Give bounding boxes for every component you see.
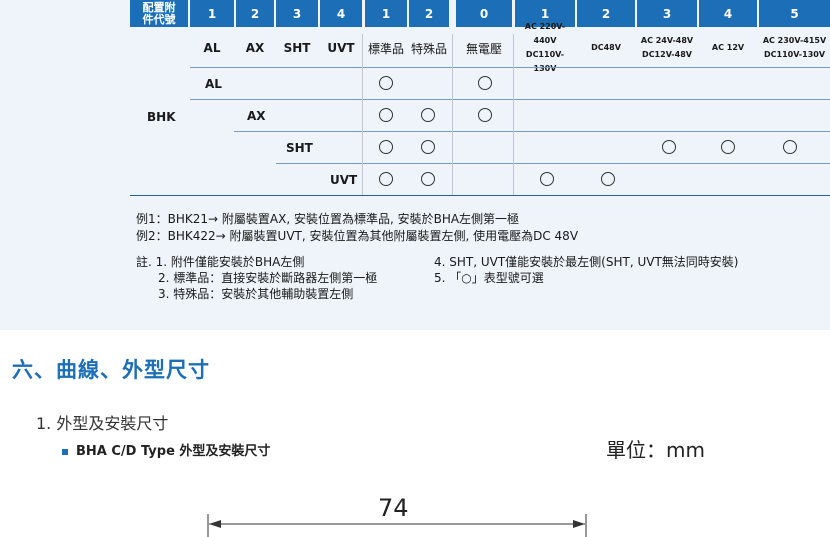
- option-circle: [379, 76, 393, 90]
- note-2: 2. 標準品：直接安裝於斷路器左側第一極: [158, 271, 378, 285]
- subsection-title: 1. 外型及安裝尺寸: [36, 414, 169, 433]
- note-3: 3. 特殊品：安裝於其他輔助裝置左側: [158, 287, 354, 301]
- section-title: 六、曲線、外型尺寸: [12, 358, 210, 382]
- header-cell: 4: [320, 0, 362, 27]
- option-circle: [478, 76, 492, 90]
- header-cell: 3: [637, 0, 697, 27]
- example-2: 例2：BHK422→ 附屬裝置UVT, 安裝位置為其他附屬裝置左側, 使用電壓為…: [136, 229, 579, 243]
- divider: [276, 163, 830, 164]
- sub-acc-sht: SHT: [283, 41, 311, 55]
- volt-line: DC48V: [591, 43, 621, 52]
- note-1: 註. 1. 附件僅能安裝於BHA左側: [136, 255, 305, 269]
- unit-label: 單位：mm: [606, 438, 705, 462]
- divider: [130, 195, 830, 196]
- header-line2: 件代號: [142, 12, 176, 26]
- col-divider: [452, 34, 453, 195]
- sub-volt-3: AC 24V-48V DC12V-48V: [637, 34, 697, 62]
- header-cell: 1: [365, 0, 407, 27]
- divider: [190, 99, 830, 100]
- header-cell: 5: [759, 0, 830, 27]
- option-circle: [601, 172, 615, 186]
- sub-volt-2: DC48V: [577, 34, 635, 62]
- volt-line: DC12V-48V: [642, 50, 692, 59]
- volt-line: DC110V-130V: [763, 50, 826, 59]
- header-line1: 配置附: [142, 0, 176, 14]
- row-label-sht: SHT: [286, 141, 313, 155]
- option-circle: [421, 108, 435, 122]
- volt-line: AC 220V-440V: [524, 22, 566, 45]
- header-cell: 1: [190, 0, 234, 27]
- option-circle: [540, 172, 554, 186]
- divider: [234, 131, 830, 132]
- sub-pos-standard: 標準品: [367, 41, 404, 56]
- dimension-line: [207, 514, 587, 537]
- divider: [190, 67, 830, 68]
- spec-table-panel: 配置附 件代號 1 2 3 4 1 2 0 1 2 3 4 5 AL AX SH…: [0, 0, 830, 330]
- sub-acc-al: AL: [203, 41, 221, 55]
- note-4: 4. SHT, UVT僅能安裝於最左側(SHT, UVT無法同時安裝): [434, 255, 739, 269]
- option-circle: [379, 108, 393, 122]
- sub-acc-ax: AX: [245, 41, 265, 55]
- header-cell: 4: [699, 0, 757, 27]
- sub-volt-5: AC 230V-415V DC110V-130V: [759, 34, 830, 62]
- option-circle: [421, 172, 435, 186]
- volt-line: DC110V-130V: [525, 50, 565, 73]
- figure-title-text: BHA C/D Type 外型及安裝尺寸: [76, 444, 271, 459]
- option-circle: [421, 140, 435, 154]
- option-circle: [478, 108, 492, 122]
- sub-volt-none: 無電壓: [465, 41, 502, 56]
- volt-line: AC 230V-415V: [762, 36, 827, 45]
- row-label-uvt: UVT: [330, 173, 358, 187]
- header-cell: 2: [577, 0, 635, 27]
- row-label-ax: AX: [247, 109, 266, 123]
- figure-title: BHA C/D Type 外型及安裝尺寸: [62, 440, 270, 459]
- option-circle: [379, 140, 393, 154]
- option-circle: [379, 172, 393, 186]
- sub-pos-special: 特殊品: [410, 41, 447, 56]
- example-1: 例1：BHK21→ 附屬裝置AX, 安裝位置為標準品, 安裝於BHA左側第一極: [136, 212, 520, 226]
- header-cell: 3: [276, 0, 318, 27]
- header-accessory-code: 配置附 件代號: [130, 0, 188, 27]
- header-cell: 2: [409, 0, 449, 27]
- option-circle: [662, 140, 676, 154]
- volt-line: AC 24V-48V: [640, 36, 694, 45]
- col-divider: [362, 34, 363, 195]
- option-circle: [783, 140, 797, 154]
- row-label-al: AL: [205, 77, 222, 91]
- bullet-square-icon: [62, 448, 68, 455]
- volt-line: AC 12V: [711, 43, 745, 52]
- header-cell: 2: [236, 0, 274, 27]
- sub-volt-1: AC 220V-440V DC110V-130V: [515, 22, 575, 73]
- sub-acc-uvt: UVT: [327, 41, 355, 55]
- option-circle: [721, 140, 735, 154]
- col-divider: [513, 34, 514, 195]
- header-cell: 0: [456, 0, 512, 27]
- sub-volt-4: AC 12V: [699, 34, 757, 62]
- model-label: BHK: [147, 110, 176, 124]
- note-5: 5. 「○」表型號可選: [434, 271, 544, 285]
